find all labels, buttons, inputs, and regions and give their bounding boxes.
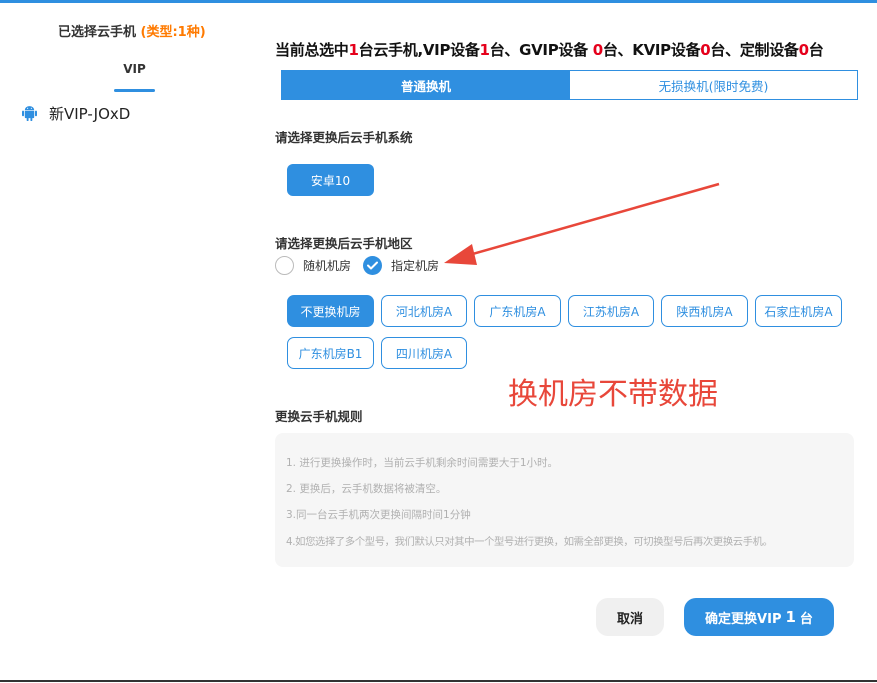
room-chip-guangdong-a[interactable]: 广东机房A [474, 295, 561, 327]
confirm-count: 1 [785, 608, 796, 626]
android-icon [22, 106, 37, 121]
room-chip-jiangsu-a[interactable]: 江苏机房A [568, 295, 654, 327]
change-mode-tabs: 普通换机 无损换机(限时免费) [281, 70, 858, 100]
summary-text: 台、KVIP设备 [602, 41, 701, 59]
rule-item: 4.如您选择了多个型号，我们默认只对其中一个型号进行更换，如需全部更换，可切换型… [286, 536, 773, 548]
check-icon [363, 255, 382, 275]
selected-devices-title: 已选择云手机 (类型:1种) [58, 21, 206, 40]
os-section-label: 请选择更换后云手机系统 [275, 130, 413, 145]
tab-vip[interactable]: VIP [114, 62, 155, 76]
radio-label: 随机机房 [303, 258, 352, 273]
tab-normal-change[interactable]: 普通换机 [282, 71, 570, 99]
radio-random-room[interactable]: 随机机房 [275, 255, 351, 275]
room-chip-sichuan-a[interactable]: 四川机房A [381, 337, 467, 369]
confirm-unit: 台 [799, 611, 813, 627]
device-name: 新VIP-JOxD [49, 104, 131, 123]
summary-count-gvip: 0 [592, 41, 603, 59]
room-chip-hebei-a[interactable]: 河北机房A [381, 295, 467, 327]
device-type-count: (类型:1种) [140, 25, 206, 40]
radio-specified-room[interactable]: 指定机房 [363, 255, 439, 275]
device-list-item[interactable]: 新VIP-JOxD [22, 101, 130, 125]
rule-item: 1. 进行更换操作时，当前云手机剩余时间需要大于1小时。 [286, 457, 559, 469]
summary-text: 台、定制设备 [710, 41, 799, 59]
selection-summary: 当前总选中1台云手机,VIP设备1台、GVIP设备 0台、KVIP设备0台、定制… [275, 39, 824, 60]
summary-text: 当前总选中 [275, 41, 349, 59]
summary-count-total: 1 [348, 41, 359, 59]
rules-box: 1. 进行更换操作时，当前云手机剩余时间需要大于1小时。 2. 更换后，云手机数… [275, 433, 854, 567]
tab-vip-indicator [114, 89, 155, 92]
summary-text: 台、GVIP设备 [489, 41, 593, 59]
room-chip-guangdong-b1[interactable]: 广东机房B1 [287, 337, 374, 369]
room-chip-shijiazhuang-a[interactable]: 石家庄机房A [755, 295, 842, 327]
rule-item: 3.同一台云手机两次更换间隔时间1分钟 [286, 509, 471, 521]
room-chip-shaanxi-a[interactable]: 陕西机房A [661, 295, 748, 327]
summary-text: 台云手机,VIP设备 [358, 41, 480, 59]
confirm-label: 确定更换VIP [705, 611, 782, 627]
confirm-change-button[interactable]: 确定更换VIP 1 台 [684, 598, 834, 636]
selected-devices-title-text: 已选择云手机 [58, 25, 137, 40]
bottom-border [0, 680, 877, 682]
cancel-button[interactable]: 取消 [596, 598, 664, 636]
os-option-android10[interactable]: 安卓10 [287, 164, 374, 196]
summary-text: 台 [808, 41, 824, 59]
tab-lossless-change[interactable]: 无损换机(限时免费) [570, 71, 857, 99]
radio-label: 指定机房 [391, 258, 440, 273]
summary-count-vip: 1 [479, 41, 490, 59]
annotation-text: 换机房不带数据 [508, 377, 718, 412]
room-chip-no-change[interactable]: 不更换机房 [287, 295, 374, 327]
radio-circle [275, 255, 294, 275]
rule-item: 2. 更换后，云手机数据将被清空。 [286, 483, 447, 495]
top-border [0, 0, 877, 3]
summary-count-kvip: 0 [700, 41, 711, 59]
rules-title: 更换云手机规则 [275, 409, 363, 424]
region-section-label: 请选择更换后云手机地区 [275, 236, 413, 251]
summary-count-custom: 0 [798, 41, 809, 59]
